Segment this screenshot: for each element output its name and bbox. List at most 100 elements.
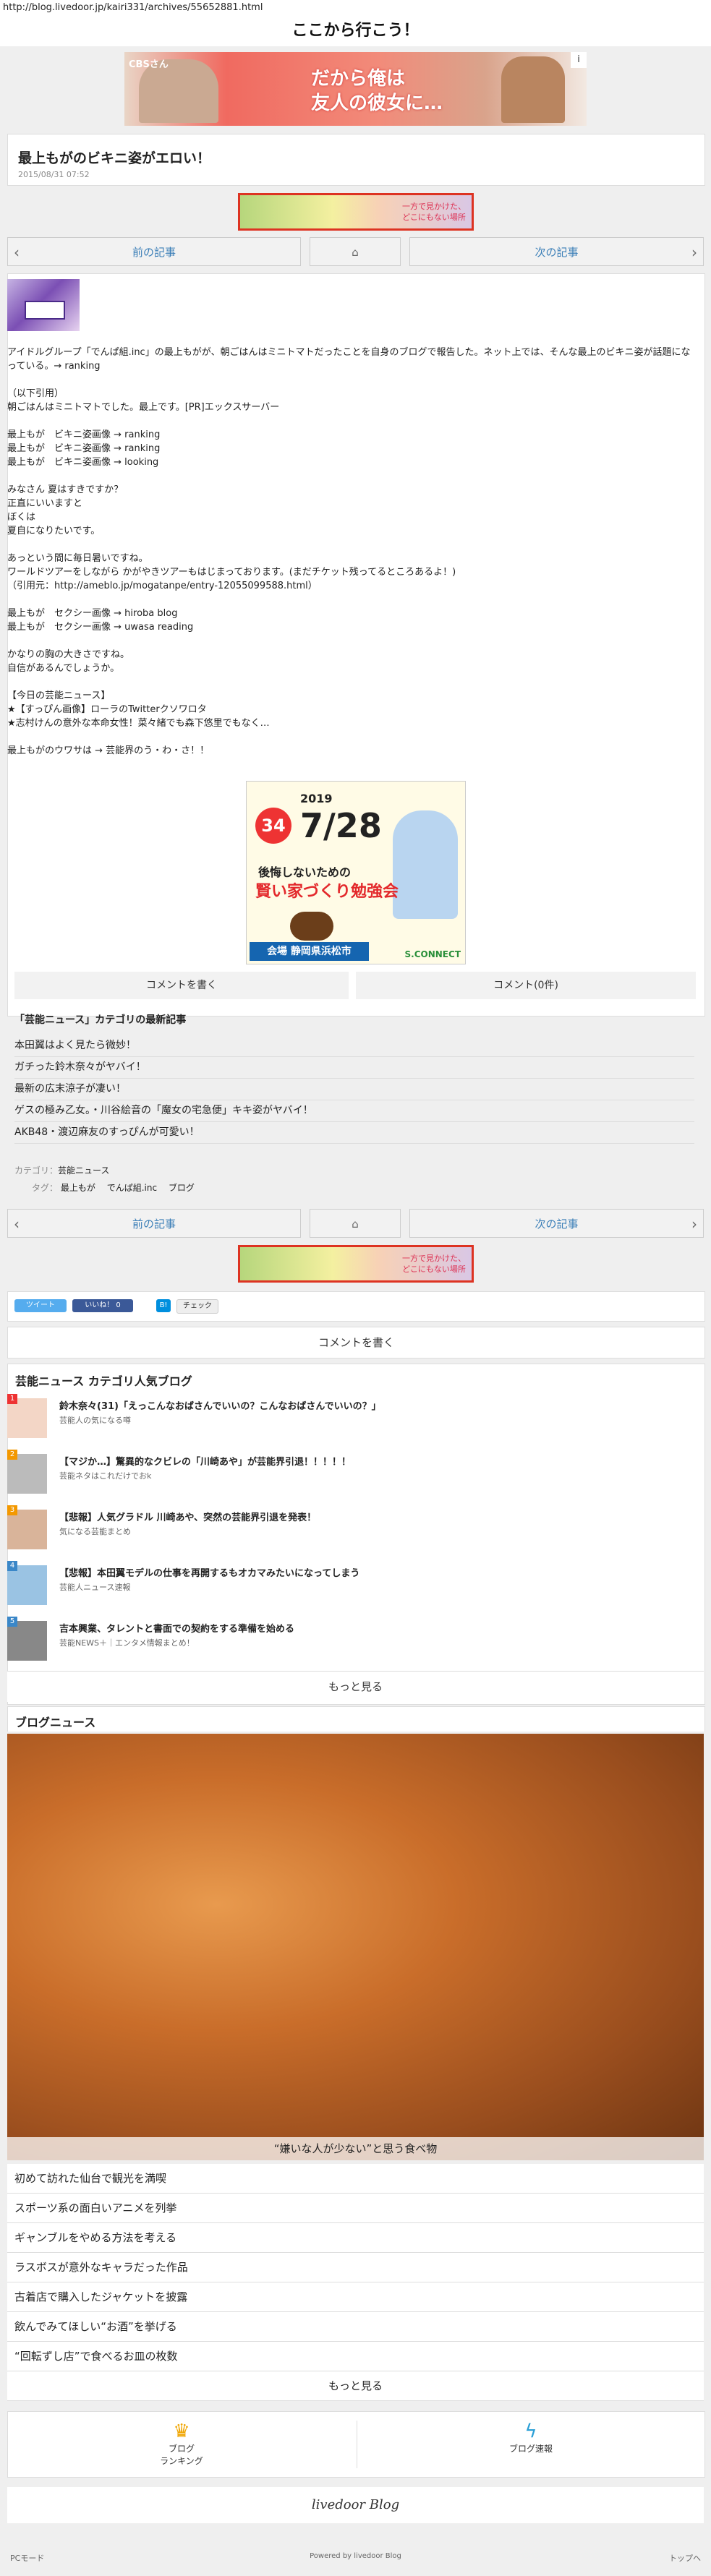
- tag-meta: タグ： 最上もが でんぱ組.inc ブログ: [32, 1183, 195, 1193]
- rank-number: 2: [7, 1450, 17, 1460]
- address-bar[interactable]: http://blog.livedoor.jp/kairi331/archive…: [0, 0, 711, 16]
- news-item[interactable]: 古着店で購入したジャケットを披露: [7, 2282, 704, 2312]
- ranking-thumb: [7, 1565, 47, 1605]
- ad-line2: 賢い家づくり勉強会: [255, 883, 399, 901]
- write-comment-row[interactable]: コメントを書く: [7, 1327, 705, 1358]
- rank-number: 5: [7, 1617, 17, 1627]
- tag-link[interactable]: 最上もが: [61, 1183, 95, 1193]
- ranking-source: 芸能人ニュース速報: [59, 1583, 131, 1592]
- house-seminar-ad[interactable]: 34 2019 7/28 後悔しないための 賢い家づくり勉強会 会場 静岡県浜松…: [246, 781, 466, 964]
- body-paragraph: 最上もが ビキニ姿画像 → ranking 最上もが ビキニ姿画像 → rank…: [7, 429, 161, 468]
- ad-copy: だから俺は 友人の彼女に…: [311, 68, 443, 114]
- ranking-thumb: [7, 1454, 47, 1494]
- news-item[interactable]: “回転ずし店”で食べるお皿の枚数: [7, 2342, 704, 2371]
- powered-by: Powered by livedoor Blog: [310, 2552, 401, 2560]
- article-title: 最上もがのビキニ姿がエロい！: [18, 150, 211, 166]
- news-item[interactable]: 飲んでみてほしい“お酒”を挙げる: [7, 2312, 704, 2342]
- article-body: アイドルグループ「でんぱ組.inc」の最上もがが、朝ごはんはミニトマトだったこと…: [7, 346, 694, 771]
- ranking-item[interactable]: 2 【マジか…】驚異的なクビレの「川崎あや」が芸能界引退！！！！！ 芸能ネタはこ…: [7, 1450, 687, 1494]
- hatena-button[interactable]: B!: [156, 1299, 171, 1312]
- category-item[interactable]: ガチった鈴木奈々がヤバイ！: [14, 1057, 694, 1079]
- category-meta: カテゴリ：芸能ニュース: [14, 1165, 110, 1176]
- ad-logo: S.CONNECT: [404, 949, 461, 959]
- category-list: 本田翼はよく見たら微妙！ ガチった鈴木奈々がヤバイ！ 最新の広末涼子が凄い！ ゲ…: [14, 1035, 694, 1144]
- ranking-title: 鈴木奈々(31)「えっこんなおばさんでいいの？こんなおばさんでいいの？」: [59, 1401, 381, 1412]
- feature-caption: “嫌いな人が少ない”と思う食べ物: [7, 2137, 704, 2160]
- next-article-button[interactable]: 次の記事: [409, 1209, 704, 1238]
- body-paragraph[interactable]: 最上もがのウワサは → 芸能界のう・わ・さ！！: [7, 744, 694, 758]
- ranking-title: 吉本興業、タレントと書面での契約をする準備を始める: [59, 1624, 295, 1635]
- prev-article-button[interactable]: 前の記事: [7, 1209, 301, 1238]
- ranking-item[interactable]: 3 【悲報】人気グラドル 川崎あや、突然の芸能界引退を発表！ 気になる芸能まとめ: [7, 1505, 687, 1550]
- ranking-thumb: [7, 1621, 47, 1661]
- ranking-source: 芸能NEWS＋｜エンタメ情報まとめ！: [59, 1638, 195, 1648]
- prev-article-button[interactable]: 前の記事: [7, 237, 301, 267]
- category-heading: 「芸能ニュース」カテゴリの最新記事: [14, 1014, 187, 1026]
- category-item[interactable]: 最新の広末涼子が凄い！: [14, 1079, 694, 1100]
- rank-number: 3: [7, 1505, 17, 1515]
- ranking-title: 【マジか…】驚異的なクビレの「川崎あや」が芸能界引退！！！！！: [59, 1457, 352, 1468]
- ad-year: 2019: [300, 792, 333, 805]
- category-item[interactable]: ゲスの極み乙女。・川谷絵音の「魔女の宅急便」キキ姿がヤバイ！: [14, 1100, 694, 1122]
- news-item[interactable]: スポーツ系の面白いアニメを列挙: [7, 2194, 704, 2223]
- check-button[interactable]: チェック: [176, 1299, 218, 1314]
- ranking-title: 【悲報】本田翼モデルの仕事を再開するもオカマみたいになってしまう: [59, 1568, 360, 1579]
- news-item[interactable]: ラスボスが意外なキャラだった作品: [7, 2253, 704, 2282]
- small-banner-text: 一方で見かけた、 どこにもない場所: [402, 1254, 466, 1274]
- comment-buttons: コメントを書く コメント(0件): [14, 972, 696, 999]
- ranking-item[interactable]: 5 吉本興業、タレントと書面での契約をする準備を始める 芸能NEWS＋｜エンタメ…: [7, 1617, 687, 1661]
- blog-ranking-link[interactable]: ♛ ブログ ランキング: [8, 2421, 355, 2467]
- body-paragraph: 最上もが セクシー画像 → hiroba blog 最上もが セクシー画像 → …: [7, 608, 194, 633]
- popular-more-button[interactable]: もっと見る: [7, 1671, 704, 1702]
- news-item[interactable]: 初めて訪れた仙台で観光を満喫: [7, 2164, 704, 2194]
- category-item[interactable]: AKB48・渡辺麻友のすっぴんが可愛い！: [14, 1122, 694, 1144]
- back-to-top-link[interactable]: トップへ: [669, 2552, 701, 2564]
- ranking-thumb: [7, 1510, 47, 1549]
- article-date: 2015/08/31 07:52: [18, 170, 90, 179]
- like-button[interactable]: いいね！ 0: [72, 1299, 133, 1312]
- write-comment-button[interactable]: コメントを書く: [14, 972, 349, 999]
- ad-number-badge: 34: [255, 808, 291, 844]
- body-paragraph: あっという間に毎日暑いですね。 ワールドツアーをしながら かがやきツアーもはじま…: [7, 553, 456, 591]
- tweet-button[interactable]: ツイート: [14, 1299, 67, 1312]
- ranking-item[interactable]: 1 鈴木奈々(31)「えっこんなおばさんでいいの？こんなおばさんでいいの？」 芸…: [7, 1394, 687, 1439]
- small-ad-banner-2[interactable]: 一方で見かけた、 どこにもない場所: [238, 1245, 474, 1283]
- home-button[interactable]: ⌂: [310, 237, 401, 266]
- ad-date: 7/28: [300, 806, 382, 845]
- footer-nav: ♛ ブログ ランキング ϟ ブログ速報: [7, 2411, 705, 2478]
- ad-illustration-man: [501, 56, 565, 123]
- small-ad-banner[interactable]: 一方で見かけた、 どこにもない場所: [238, 193, 474, 231]
- blog-news-list: 初めて訪れた仙台で観光を満喫 スポーツ系の面白いアニメを列挙 ギャンブルをやめる…: [7, 2164, 704, 2401]
- tag-link[interactable]: ブログ: [169, 1183, 195, 1193]
- next-article-button[interactable]: 次の記事: [409, 237, 704, 267]
- body-paragraph: みなさん 夏はすきですか？ 正直にいいますと ぼくは 夏自になりたいです。: [7, 484, 124, 536]
- page-footer: PCモード Powered by livedoor Blog トップへ: [0, 2538, 711, 2576]
- home-button[interactable]: ⌂: [310, 1209, 401, 1238]
- blog-news-link[interactable]: ϟ ブログ速報: [357, 2421, 704, 2468]
- body-paragraph: かなりの胸の大きさですね。 自信があるんでしょうか。: [7, 649, 130, 674]
- ranking-source: 芸能ネタはこれだけでおk: [59, 1471, 152, 1481]
- blog-title[interactable]: ここから行こう！: [0, 16, 711, 46]
- news-item[interactable]: ギャンブルをやめる方法を考える: [7, 2223, 704, 2253]
- ad-photo-person: [393, 810, 458, 919]
- rank-number: 1: [7, 1394, 17, 1404]
- small-banner-text: 一方で見かけた、 どこにもない場所: [402, 202, 466, 222]
- ranking-item[interactable]: 4 【悲報】本田翼モデルの仕事を再開するもオカマみたいになってしまう 芸能人ニュ…: [7, 1561, 687, 1606]
- tag-link[interactable]: でんぱ組.inc: [107, 1183, 157, 1193]
- article-thumbnail[interactable]: [7, 279, 80, 331]
- ad-photo-dog: [290, 912, 333, 941]
- comment-count-button[interactable]: コメント(0件): [356, 972, 696, 999]
- top-ad-banner[interactable]: CBSさん だから俺は 友人の彼女に… i: [124, 52, 587, 126]
- news-more-button[interactable]: もっと見る: [7, 2371, 704, 2401]
- category-item[interactable]: 本田翼はよく見たら微妙！: [14, 1035, 694, 1057]
- article-nav-top: 前の記事 ⌂ 次の記事: [7, 237, 704, 268]
- ad-info-icon[interactable]: i: [571, 52, 587, 68]
- ranking-source: 芸能人の気になる噂: [59, 1416, 131, 1425]
- body-paragraph[interactable]: 【今日の芸能ニュース】 ★【すっぴん画像】ローラのTwitterクソワロタ ★志…: [7, 689, 694, 730]
- category-link[interactable]: 芸能ニュース: [58, 1165, 109, 1176]
- blog-news-title: ブログニュース: [15, 1716, 96, 1729]
- home-icon: ⌂: [352, 246, 359, 259]
- ranking-source: 気になる芸能まとめ: [59, 1527, 131, 1536]
- livedoor-blog-logo[interactable]: livedoor Blog: [7, 2487, 704, 2523]
- blog-news-feature-image[interactable]: “嫌いな人が少ない”と思う食べ物: [7, 1734, 704, 2160]
